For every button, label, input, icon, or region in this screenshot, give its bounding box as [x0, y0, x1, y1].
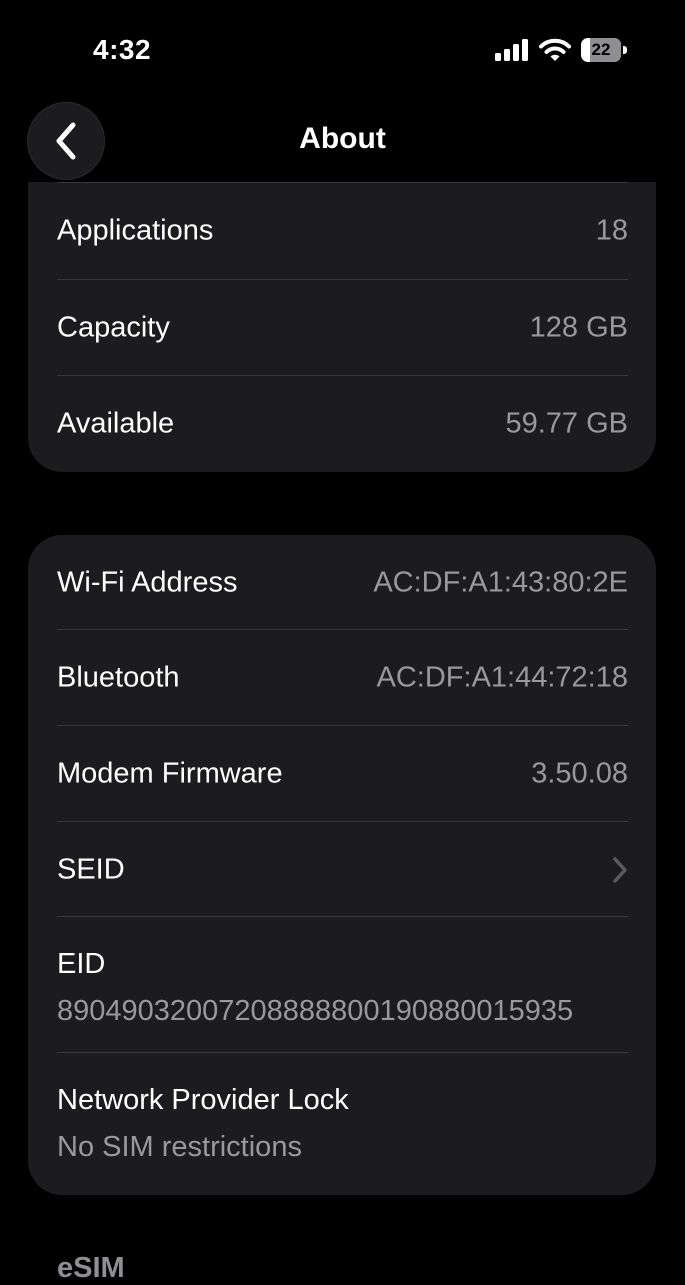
- applications-label: Applications: [57, 214, 214, 247]
- bluetooth-label: Bluetooth: [57, 661, 180, 694]
- network-provider-lock-value: No SIM restrictions: [57, 1131, 302, 1163]
- esim-section-header: eSIM: [57, 1252, 125, 1284]
- page-title: About: [299, 122, 386, 155]
- battery-icon: 22: [581, 38, 627, 62]
- capacity-label: Capacity: [57, 311, 170, 344]
- capacity-value: 128 GB: [529, 311, 628, 344]
- applications-row: Applications 18: [28, 183, 656, 279]
- seid-row[interactable]: SEID: [28, 822, 656, 918]
- network-provider-lock-label: Network Provider Lock: [57, 1084, 349, 1116]
- wifi-address-label: Wi-Fi Address: [57, 566, 238, 599]
- navigation-bar: About: [0, 100, 685, 182]
- battery-level: 22: [591, 40, 611, 59]
- eid-value: 89049032007208888800190880015935: [57, 995, 574, 1027]
- wifi-address-value: AC:DF:A1:43:80:2E: [373, 566, 628, 599]
- status-time: 4:32: [93, 34, 152, 65]
- available-row: Available 59.77 GB: [28, 376, 656, 472]
- bluetooth-value: AC:DF:A1:44:72:18: [376, 661, 628, 694]
- modem-firmware-row[interactable]: Modem Firmware 3.50.08: [28, 726, 656, 822]
- bluetooth-row[interactable]: Bluetooth AC:DF:A1:44:72:18: [28, 630, 656, 726]
- eid-row[interactable]: EID 89049032007208888800190880015935: [28, 917, 656, 1053]
- modem-firmware-label: Modem Firmware: [57, 757, 283, 790]
- capacity-row: Capacity 128 GB: [28, 280, 656, 376]
- network-provider-lock-row: Network Provider Lock No SIM restriction…: [28, 1053, 656, 1189]
- seid-label: SEID: [57, 853, 125, 886]
- applications-value: 18: [595, 214, 628, 247]
- wifi-address-row[interactable]: Wi-Fi Address AC:DF:A1:43:80:2E: [28, 535, 656, 631]
- available-value: 59.77 GB: [505, 407, 628, 440]
- wifi-icon: [539, 38, 571, 61]
- chevron-right-icon: [613, 857, 627, 883]
- signal-icon: [495, 39, 528, 61]
- status-icons: 22: [495, 38, 627, 62]
- network-group: Wi-Fi Address AC:DF:A1:43:80:2E Bluetoot…: [28, 535, 656, 1195]
- available-label: Available: [57, 407, 175, 440]
- modem-firmware-value: 3.50.08: [531, 757, 628, 790]
- storage-group: Applications 18 Capacity 128 GB Availabl…: [28, 150, 656, 472]
- eid-label: EID: [57, 948, 106, 980]
- status-bar: 4:32 22: [0, 0, 685, 100]
